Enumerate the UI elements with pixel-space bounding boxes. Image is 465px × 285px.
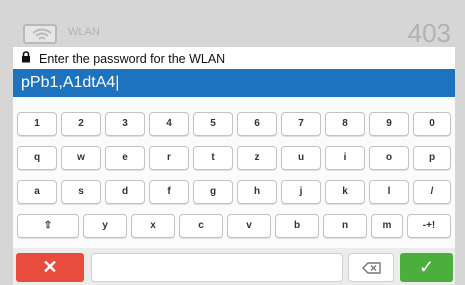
key-0[interactable]: 0 xyxy=(413,112,451,136)
confirm-button[interactable]: ✓ xyxy=(400,253,453,282)
backspace-button[interactable] xyxy=(348,253,394,282)
key-d[interactable]: d xyxy=(105,180,145,204)
password-input[interactable]: pPb1,A1dtA4| xyxy=(13,69,455,97)
keyboard-row-qwertz: q w e r t z u i o p xyxy=(17,146,451,170)
shift-key[interactable]: ⇧ xyxy=(17,214,79,238)
key-o[interactable]: o xyxy=(369,146,409,170)
window-title: WLAN xyxy=(68,26,100,38)
key-u[interactable]: u xyxy=(281,146,321,170)
keyboard-row-numbers: 1 2 3 4 5 6 7 8 9 0 xyxy=(17,112,451,136)
action-bar: ✕ ✓ xyxy=(13,248,455,285)
wifi-icon xyxy=(23,24,57,44)
key-k[interactable]: k xyxy=(325,180,365,204)
space-key[interactable] xyxy=(91,253,343,282)
key-z[interactable]: z xyxy=(237,146,277,170)
key-l[interactable]: l xyxy=(369,180,409,204)
key-p[interactable]: p xyxy=(413,146,451,170)
key-8[interactable]: 8 xyxy=(325,112,365,136)
key-1[interactable]: 1 xyxy=(17,112,57,136)
password-dialog: Enter the password for the WLAN pPb1,A1d… xyxy=(13,47,455,285)
key-y[interactable]: y xyxy=(83,214,127,238)
key-w[interactable]: w xyxy=(61,146,101,170)
key-g[interactable]: g xyxy=(193,180,233,204)
page-number: 403 xyxy=(407,18,451,48)
screen-frame: WLAN 403 Enter the password for the WLAN… xyxy=(0,0,465,285)
cancel-button[interactable]: ✕ xyxy=(16,253,84,282)
key-n[interactable]: n xyxy=(323,214,367,238)
key-6[interactable]: 6 xyxy=(237,112,277,136)
key-x[interactable]: x xyxy=(131,214,175,238)
key-s[interactable]: s xyxy=(61,180,101,204)
key-j[interactable]: j xyxy=(281,180,321,204)
key-e[interactable]: e xyxy=(105,146,145,170)
password-value: pPb1,A1dtA4| xyxy=(21,74,120,91)
key-5[interactable]: 5 xyxy=(193,112,233,136)
key-v[interactable]: v xyxy=(227,214,271,238)
prompt-row: Enter the password for the WLAN xyxy=(13,47,455,69)
prompt-text: Enter the password for the WLAN xyxy=(39,52,226,66)
lock-icon xyxy=(22,51,30,63)
key-9[interactable]: 9 xyxy=(369,112,409,136)
key-4[interactable]: 4 xyxy=(149,112,189,136)
title-bar: WLAN 403 xyxy=(13,17,455,48)
key-2[interactable]: 2 xyxy=(61,112,101,136)
keyboard-row-asdf: a s d f g h j k l / xyxy=(17,180,451,204)
key-a[interactable]: a xyxy=(17,180,57,204)
key-r[interactable]: r xyxy=(149,146,189,170)
key-h[interactable]: h xyxy=(237,180,277,204)
key-f[interactable]: f xyxy=(149,180,189,204)
symbols-key[interactable]: -+! xyxy=(407,214,451,238)
backspace-icon xyxy=(362,262,381,274)
key-c[interactable]: c xyxy=(179,214,223,238)
key-t[interactable]: t xyxy=(193,146,233,170)
key-7[interactable]: 7 xyxy=(281,112,321,136)
keyboard-row-yxcv: ⇧ y x c v b n m -+! xyxy=(17,214,451,238)
key-b[interactable]: b xyxy=(275,214,319,238)
key-q[interactable]: q xyxy=(17,146,57,170)
key-3[interactable]: 3 xyxy=(105,112,145,136)
key-m[interactable]: m xyxy=(371,214,403,238)
key-i[interactable]: i xyxy=(325,146,365,170)
key-slash[interactable]: / xyxy=(413,180,451,204)
